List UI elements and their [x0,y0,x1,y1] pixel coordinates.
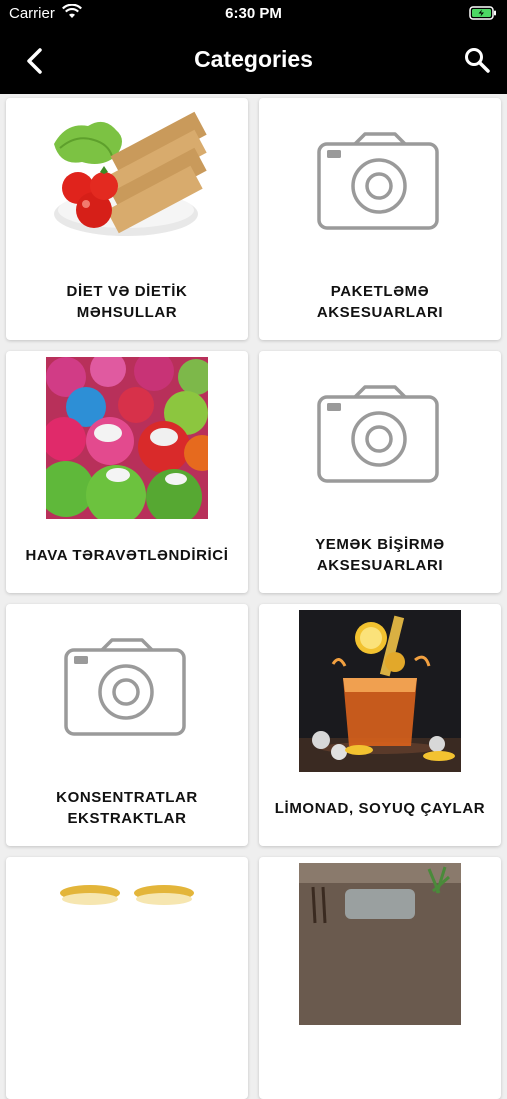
category-card-cooking[interactable]: YEMƏK BİŞİRMƏ AKSESUARLARI [259,351,501,593]
search-icon[interactable] [463,46,491,74]
category-card-partial-left[interactable] [6,857,248,1099]
battery-icon [469,6,496,20]
category-label: YEMƏK BİŞİRMƏ AKSESUARLARI [315,536,445,574]
camera-placeholder-icon [64,638,186,736]
jars-image [46,863,208,1025]
camera-placeholder-icon [317,385,439,483]
nav-bar: Categories [0,28,507,94]
category-label: KONSENTRATLAR EKSTRAKTLAR [56,789,198,827]
category-card-packaging[interactable]: PAKETLƏMƏ AKSESUARLARI [259,98,501,340]
clock: 6:30 PM [225,5,282,22]
category-label: HAVA TƏRAVƏTLƏNDİRİCİ [25,546,229,564]
status-bar: Carrier 6:30 PM [0,0,507,28]
page-title: Categories [194,46,313,72]
category-card-lemonade[interactable]: LİMONAD, SOYUQ ÇAYLAR [259,604,501,846]
category-card-diet[interactable]: DİET VƏ DİETİK MƏHSULLAR [6,98,248,340]
iced-tea-image [299,610,461,772]
camera-placeholder-icon [317,132,439,230]
air-fresheners-image [46,357,208,519]
category-card-partial-right[interactable] [259,857,501,1099]
category-label: PAKETLƏMƏ AKSESUARLARI [316,283,444,321]
category-label: LİMONAD, SOYUQ ÇAYLAR [274,799,486,817]
category-card-air-freshener[interactable]: HAVA TƏRAVƏTLƏNDİRİCİ [6,351,248,593]
crackers-tomatoes-image [46,104,208,266]
kitchen-image [299,863,461,1025]
category-card-concentrates[interactable]: KONSENTRATLAR EKSTRAKTLAR [6,604,248,846]
category-label: DİET VƏ DİETİK MƏHSULLAR [66,283,188,321]
